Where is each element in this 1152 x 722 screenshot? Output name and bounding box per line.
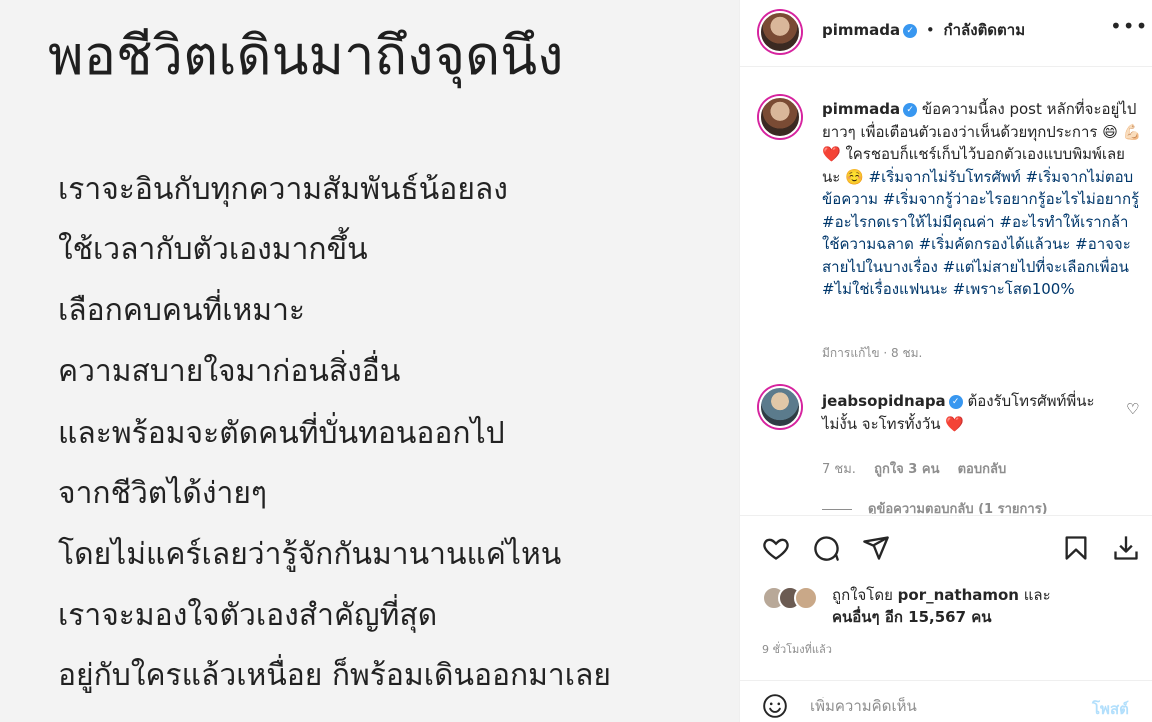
- caption-hashtags[interactable]: #เริ่มจากไม่รับโทรศัพท์ #เริ่มจากไม่ตอบข…: [822, 168, 1139, 299]
- liker-username[interactable]: por_nathamon: [898, 586, 1019, 604]
- verified-icon: ✓: [903, 23, 918, 38]
- post-comment-button[interactable]: โพสต์: [1092, 697, 1129, 721]
- header-username[interactable]: pimmada: [822, 21, 900, 39]
- comment: jeabsopidnapa ✓ ต้องรับโทรศัพท์พี่นะ ไม่ง…: [822, 390, 1112, 435]
- image-title: พอชีวิตเดินมาถึงจุดนึง: [48, 24, 564, 87]
- following-button[interactable]: กำลังติดตาม: [944, 21, 1026, 39]
- image-line: ใช้เวลากับตัวเองมากขึ้น: [58, 232, 368, 267]
- header-user: pimmada ✓ • กำลังติดตาม: [822, 18, 1025, 42]
- reply-button[interactable]: ตอบกลับ: [958, 462, 1007, 477]
- image-line: ความสบายใจมาก่อนสิ่งอื่น: [58, 354, 401, 389]
- edited-timestamp: มีการแก้ไข · 8 ชม.: [822, 346, 923, 360]
- add-comment-bar: โพสต์: [740, 680, 1152, 722]
- likes-prefix: ถูกใจโดย: [832, 586, 893, 604]
- likes-count[interactable]: คนอื่นๆ อีก 15,567 คน: [832, 608, 992, 626]
- view-replies-button[interactable]: ดูข้อความตอบกลับ (1 รายการ): [822, 498, 1048, 514]
- heart-icon[interactable]: [762, 534, 790, 562]
- share-icon[interactable]: [862, 534, 890, 562]
- post-side-panel: pimmada ✓ • กำลังติดตาม ••• pimmada ✓ ข้อค…: [739, 0, 1152, 722]
- comments-section: pimmada ✓ ข้อความนี้ลง post หลักที่จะอยู่…: [740, 68, 1152, 514]
- image-line: เราจะอินกับทุกความสัมพันธ์น้อยลง: [58, 172, 508, 207]
- divider: [822, 509, 852, 510]
- more-icon[interactable]: •••: [1110, 14, 1148, 38]
- image-line: อยู่กับใครแล้วเหนื่อย ก็พร้อมเดินออกมาเล…: [58, 658, 611, 693]
- comment-time: 7 ชม.: [822, 462, 856, 477]
- avatar[interactable]: [794, 586, 818, 610]
- avatar[interactable]: [759, 11, 801, 53]
- bookmark-icon[interactable]: [1062, 534, 1090, 562]
- action-bar: [740, 515, 1152, 575]
- verified-icon: ✓: [948, 394, 963, 409]
- liker-avatars: [762, 586, 832, 610]
- post-timestamp[interactable]: 9 ชั่วโมงที่แล้ว: [762, 640, 832, 658]
- post-header: pimmada ✓ • กำลังติดตาม •••: [740, 0, 1152, 67]
- comment-like-icon[interactable]: ♡: [1126, 400, 1139, 418]
- comment-input[interactable]: [810, 697, 1070, 715]
- verified-icon: ✓: [903, 102, 918, 117]
- image-line: เราจะมองใจตัวเองสำคัญที่สุด: [58, 598, 438, 633]
- caption: pimmada ✓ ข้อความนี้ลง post หลักที่จะอยู่…: [822, 98, 1142, 301]
- emoji-icon[interactable]: [762, 693, 788, 719]
- caption-avatar[interactable]: [759, 96, 801, 138]
- image-line: โดยไม่แคร์เลยว่ารู้จักกันมานานแค่ไหน: [58, 537, 562, 572]
- image-line: จากชีวิตได้ง่ายๆ: [58, 476, 268, 511]
- reply-avatar[interactable]: [759, 386, 801, 428]
- comment-icon[interactable]: [812, 534, 840, 562]
- likes-and: และ: [1023, 586, 1051, 604]
- post-image[interactable]: พอชีวิตเดินมาถึงจุดนึง เราจะอินกับทุกควา…: [0, 0, 739, 722]
- image-line: เลือกคบคนที่เหมาะ: [58, 293, 306, 328]
- download-icon[interactable]: [1112, 534, 1140, 562]
- image-line: และพร้อมจะตัดคนที่บั่นทอนออกไป: [58, 416, 505, 451]
- likes-text: ถูกใจโดย por_nathamon และ คนอื่นๆ อีก 15…: [832, 584, 1051, 628]
- separator: •: [925, 21, 935, 39]
- view-replies-label: ดูข้อความตอบกลับ (1 รายการ): [868, 502, 1048, 514]
- comment-meta: 7 ชม. ถูกใจ 3 คน ตอบกลับ: [822, 458, 1020, 479]
- caption-username[interactable]: pimmada: [822, 100, 900, 118]
- comment-likes[interactable]: ถูกใจ 3 คน: [874, 462, 939, 477]
- comment-username[interactable]: jeabsopidnapa: [822, 392, 946, 410]
